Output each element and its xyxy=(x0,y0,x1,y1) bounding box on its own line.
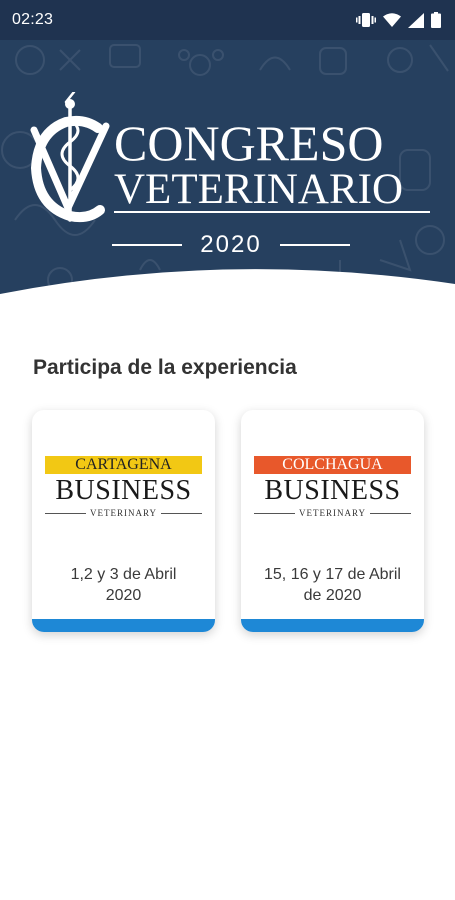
event-card-cartagena[interactable]: CARTAGENA BUSINESS VETERINARY 1,2 y 3 de… xyxy=(32,410,215,632)
card-accent-bar xyxy=(32,619,215,632)
vibrate-icon xyxy=(356,13,376,27)
event-brand-sub: VETERINARY xyxy=(299,508,366,518)
cellular-signal-icon xyxy=(408,12,424,28)
logo-divider xyxy=(114,211,430,213)
event-brand-main: BUSINESS xyxy=(55,475,192,506)
brand-sub-line-right xyxy=(370,512,411,514)
brand-sub-line-left xyxy=(45,512,86,514)
logo-title-line1: CONGRESO xyxy=(114,115,384,171)
congreso-veterinario-logo: CONGRESO VETERINARIO 2020 xyxy=(0,88,455,268)
event-brand-sub: VETERINARY xyxy=(90,508,157,518)
year-line-right xyxy=(279,244,350,246)
caduceus-cv-emblem-icon xyxy=(30,92,110,223)
card-accent-bar xyxy=(241,619,424,632)
battery-icon xyxy=(431,12,441,28)
event-brand-main: BUSINESS xyxy=(264,475,401,506)
section-title: Participa de la experiencia xyxy=(33,356,297,379)
status-icons xyxy=(356,12,441,28)
header-curve xyxy=(0,269,455,320)
event-date: 15, 16 y 17 de Abril de 2020 xyxy=(241,564,424,606)
brand-sub-line-left xyxy=(254,512,295,514)
year-line-left xyxy=(112,244,182,246)
event-card-colchagua[interactable]: COLCHAGUA BUSINESS VETERINARY 15, 16 y 1… xyxy=(241,410,424,632)
logo-year-row: 2020 xyxy=(112,230,350,260)
wifi-icon xyxy=(383,13,401,27)
event-brand-sub-row: VETERINARY xyxy=(45,507,202,519)
event-date-line1: 15, 16 y 17 de Abril xyxy=(264,566,401,583)
event-date-line1: 1,2 y 3 de Abril xyxy=(70,566,177,583)
logo-title-line2: VETERINARIO xyxy=(114,166,404,213)
event-brand-sub-row: VETERINARY xyxy=(254,507,411,519)
event-date-line2: 2020 xyxy=(105,587,142,604)
event-brand-tag: CARTAGENA xyxy=(45,456,202,474)
logo-year: 2020 xyxy=(200,231,262,258)
event-date-line2: de 2020 xyxy=(303,587,362,604)
event-brand-tag: COLCHAGUA xyxy=(254,456,411,474)
status-time: 02:23 xyxy=(12,11,54,28)
event-date: 1,2 y 3 de Abril 2020 xyxy=(32,564,215,606)
status-bar: 02:23 xyxy=(0,0,455,40)
brand-sub-line-right xyxy=(161,512,202,514)
